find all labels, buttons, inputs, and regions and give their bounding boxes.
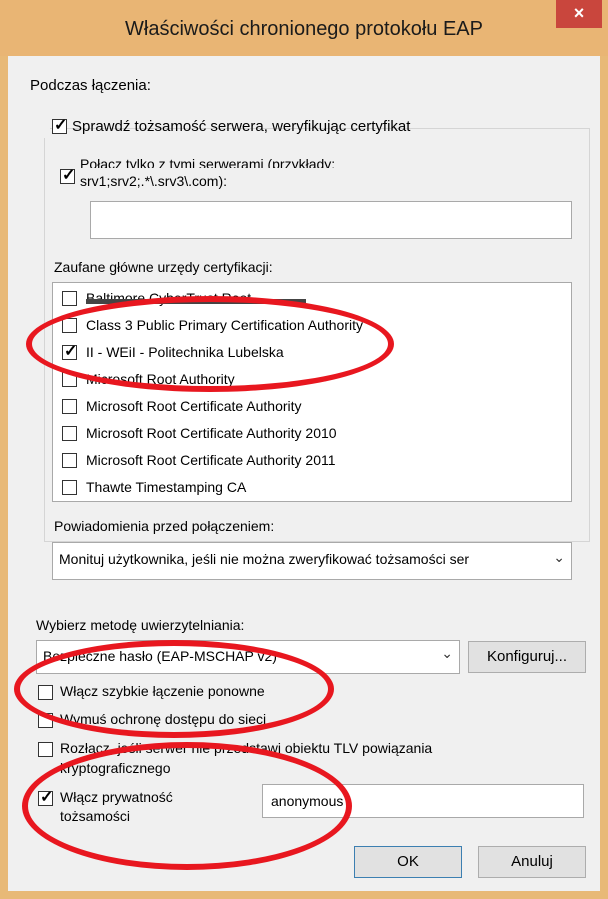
tlv-checkbox[interactable] xyxy=(38,742,53,757)
nap-checkbox[interactable] xyxy=(38,713,53,728)
list-item-checkbox[interactable] xyxy=(62,372,77,387)
verify-server-label: Sprawdź tożsamość serwera, weryfikując c… xyxy=(72,118,411,135)
window-title: Właściwości chronionego protokołu EAP xyxy=(125,18,483,40)
servers-input[interactable] xyxy=(90,201,572,239)
verify-server-row[interactable]: Sprawdź tożsamość serwera, weryfikując c… xyxy=(42,115,410,138)
dialog-client: Podczas łączenia: Sprawdź tożsamość serw… xyxy=(8,56,600,891)
list-item-label: Thawte Timestamping CA xyxy=(86,479,247,495)
notifications-value: Monituj użytkownika, jeśli nie można zwe… xyxy=(59,551,470,567)
list-item-checkbox[interactable] xyxy=(62,480,77,495)
privacy-checkbox[interactable] xyxy=(38,787,53,807)
tlv-label-line1: Rozłącz, jeśli serwer nie przedstawi obi… xyxy=(60,740,433,756)
close-icon[interactable]: × xyxy=(574,3,585,23)
list-item[interactable]: Microsoft Root Authority xyxy=(60,368,560,392)
ok-button[interactable]: OK xyxy=(354,846,462,878)
list-item-label: II - WEiI - Politechnika Lubelska xyxy=(86,344,284,360)
list-item-label: Microsoft Root Certificate Authority 201… xyxy=(86,452,336,468)
list-item-checkbox[interactable] xyxy=(62,318,77,333)
list-item-checkbox[interactable] xyxy=(62,341,77,361)
connect-servers-label-line1: Połącz tylko z tymi serwerami (przykłady… xyxy=(80,156,336,168)
privacy-identity-value: anonymous xyxy=(271,793,344,809)
fast-reconnect-checkbox[interactable] xyxy=(38,685,53,700)
connect-section-label: Podczas łączenia: xyxy=(30,77,151,94)
chevron-down-icon: ⌄ xyxy=(441,645,453,661)
list-item-label: Microsoft Root Certificate Authority xyxy=(86,398,302,414)
connect-servers-label-line2: srv1;srv2;.*\.srv3\.com): xyxy=(80,173,228,189)
list-item-checkbox[interactable] xyxy=(62,291,77,306)
strikethrough-mark xyxy=(86,299,306,304)
list-item[interactable]: II - WEiI - Politechnika Lubelska xyxy=(60,341,560,365)
list-item-checkbox[interactable] xyxy=(62,399,77,414)
auth-method-label: Wybierz metodę uwierzytelniania: xyxy=(36,617,245,633)
connect-servers-checkbox[interactable] xyxy=(60,165,75,185)
auth-method-dropdown[interactable]: Bezpieczne hasło (EAP-MSCHAP v2) ⌄ xyxy=(36,640,460,674)
tlv-label-line2: kryptograficznego xyxy=(60,760,171,776)
chevron-down-icon: ⌄ xyxy=(547,549,565,566)
auth-method-value: Bezpieczne hasło (EAP-MSCHAP v2) xyxy=(43,648,277,664)
title-bar[interactable]: Właściwości chronionego protokołu EAP × xyxy=(0,0,608,56)
list-item[interactable]: Class 3 Public Primary Certification Aut… xyxy=(60,314,560,338)
configure-button[interactable]: Konfiguruj... xyxy=(468,641,586,673)
list-item-label: Microsoft Root Certificate Authority 201… xyxy=(86,425,337,441)
fast-reconnect-label: Włącz szybkie łączenie ponowne xyxy=(60,683,265,699)
notifications-label: Powiadomienia przed połączeniem: xyxy=(54,518,275,534)
nap-label: Wymuś ochronę dostępu do sieci xyxy=(60,711,267,727)
list-item-checkbox[interactable] xyxy=(62,453,77,468)
list-item-label: Microsoft Root Authority xyxy=(86,371,235,387)
list-item-checkbox[interactable] xyxy=(62,426,77,441)
list-item[interactable]: Baltimore CyberTrust Root xyxy=(60,287,560,311)
trusted-roots-label: Zaufane główne urzędy certyfikacji: xyxy=(54,259,273,275)
close-button[interactable]: × xyxy=(556,0,602,28)
list-item-label: Class 3 Public Primary Certification Aut… xyxy=(86,317,363,333)
verify-server-checkbox[interactable] xyxy=(52,115,67,135)
privacy-identity-input[interactable]: anonymous xyxy=(262,784,584,818)
list-item[interactable]: Thawte Timestamping CA xyxy=(60,476,560,500)
cancel-button[interactable]: Anuluj xyxy=(478,846,586,878)
list-item[interactable]: Microsoft Root Certificate Authority xyxy=(60,395,560,419)
list-item[interactable]: Microsoft Root Certificate Authority 201… xyxy=(60,422,560,446)
privacy-label-line1: Włącz prywatność xyxy=(60,789,173,805)
list-item[interactable]: Microsoft Root Certificate Authority 201… xyxy=(60,449,560,473)
privacy-label-line2: tożsamości xyxy=(60,808,131,824)
notifications-dropdown[interactable]: Monituj użytkownika, jeśli nie można zwe… xyxy=(52,542,572,580)
